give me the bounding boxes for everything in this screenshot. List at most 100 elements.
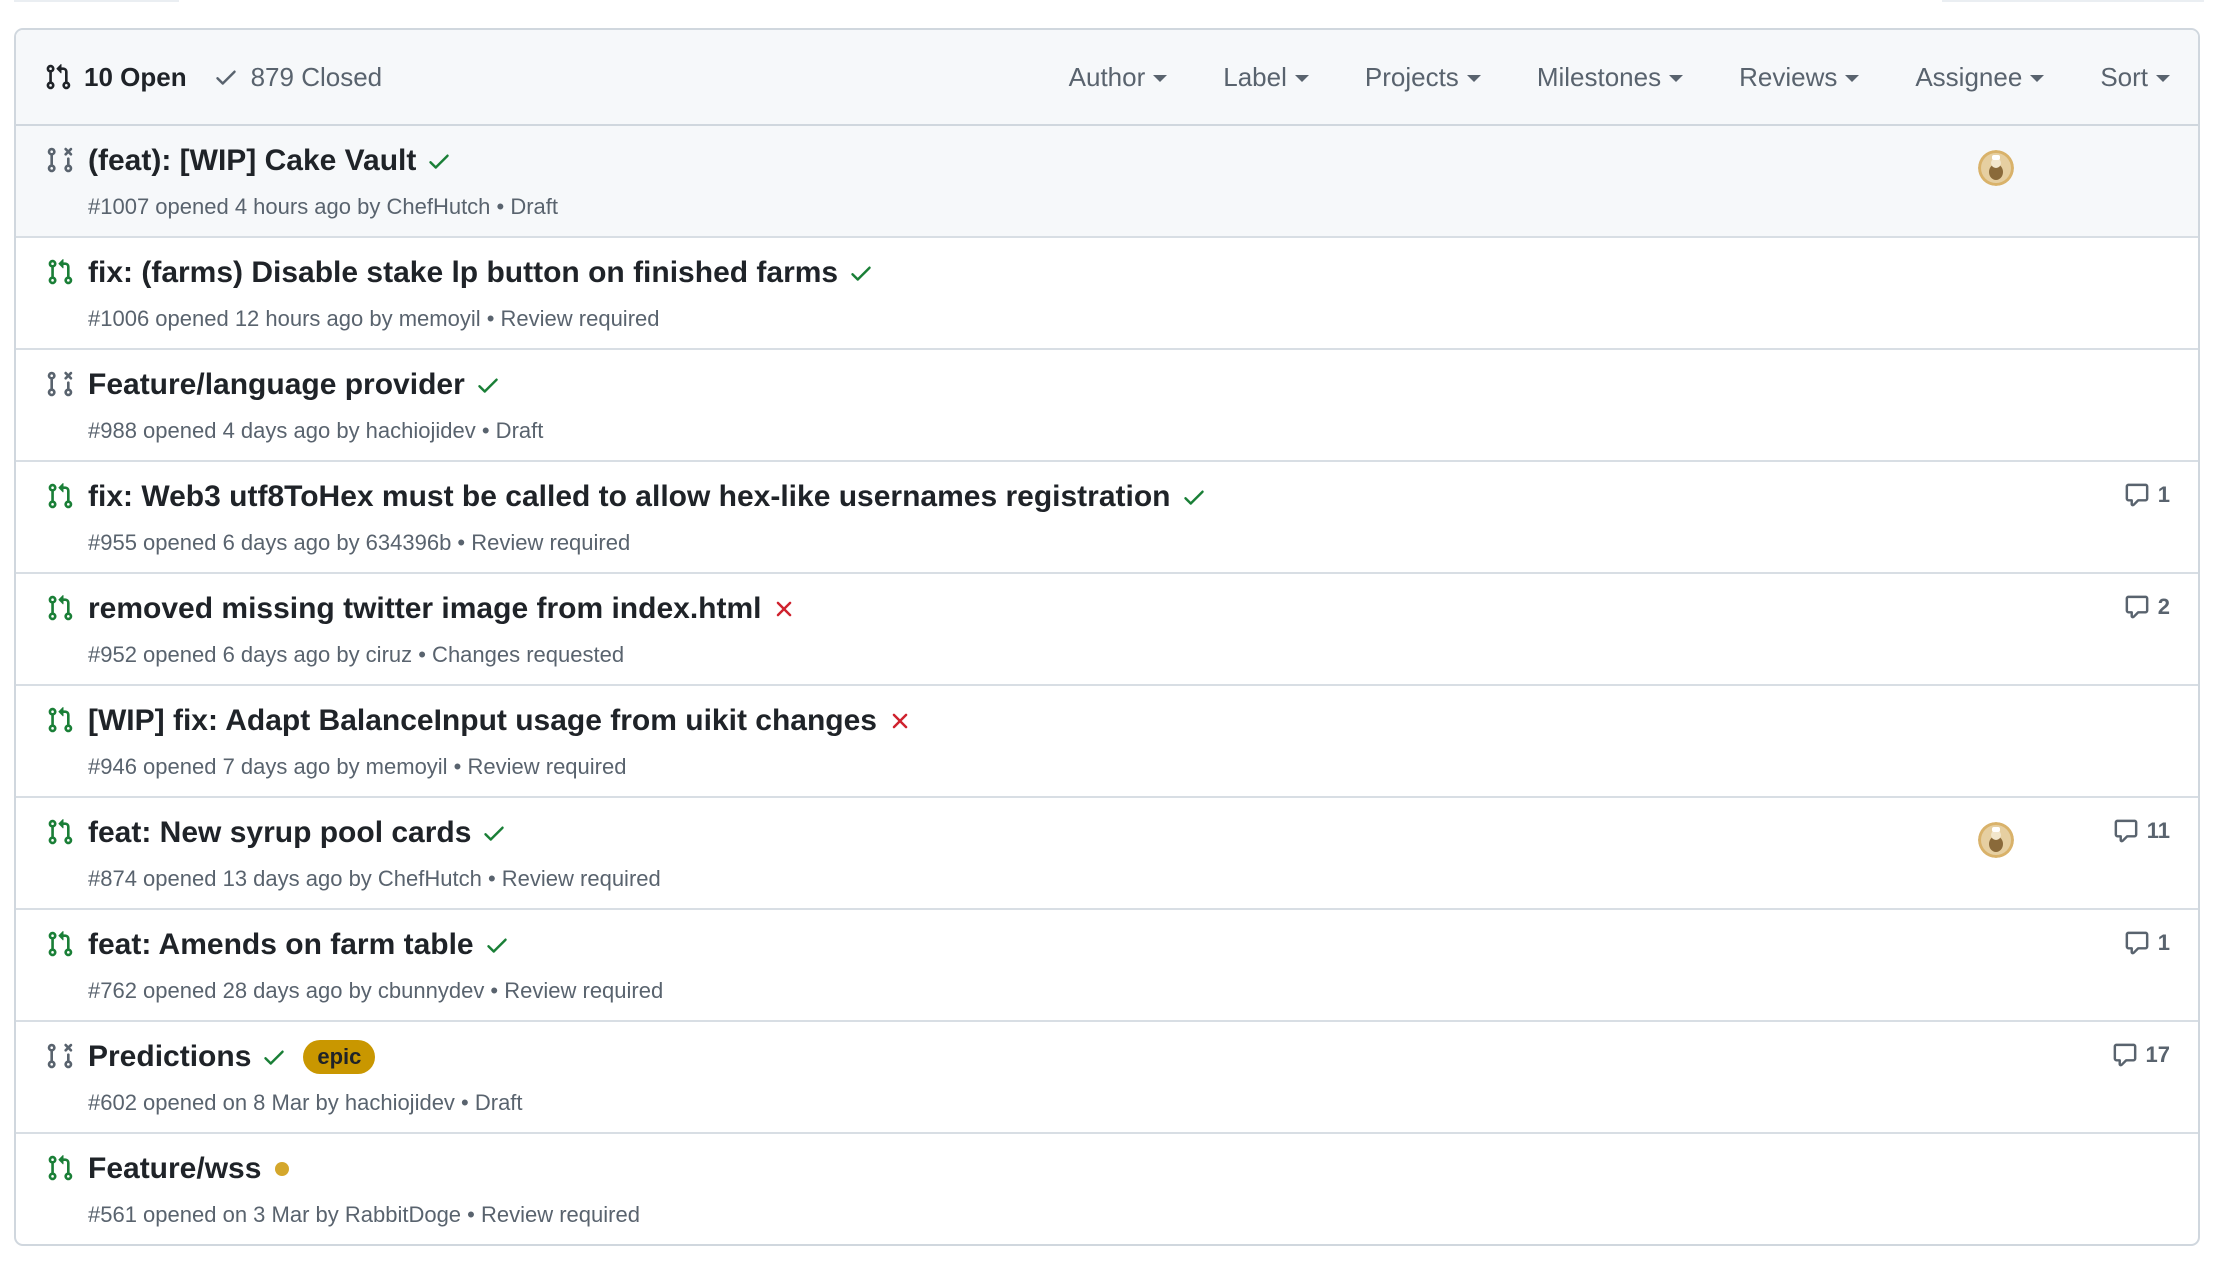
git-pull-request-icon (48, 595, 73, 621)
check-success-icon[interactable] (475, 372, 501, 398)
git-pull-request-draft-icon (47, 1043, 73, 1069)
git-pull-request-icon (48, 931, 73, 957)
reviews-filter-label: Reviews (1739, 61, 1838, 92)
pull-request-row[interactable]: [WIP] fix: Adapt BalanceInput usage from… (16, 686, 2198, 798)
pending-status-dot-icon[interactable] (275, 1162, 290, 1176)
label-badge-epic[interactable]: epic (303, 1040, 376, 1074)
comment-icon (2113, 1043, 2136, 1067)
pull-request-meta: #602 opened on 8 Mar by hachiojidev • Dr… (88, 1090, 523, 1115)
pull-request-title-line: feat: Amends on farm table (88, 928, 510, 962)
pull-request-title-link[interactable]: [WIP] fix: Adapt BalanceInput usage from… (88, 704, 877, 738)
pull-request-row[interactable]: fix: Web3 utf8ToHex must be called to al… (16, 462, 2198, 574)
pull-request-title-link[interactable]: Feature/language provider (88, 368, 465, 402)
x-failure-icon[interactable] (887, 708, 913, 734)
git-pull-request-icon (48, 707, 73, 733)
caret-down-icon (1153, 74, 1168, 82)
pull-request-meta: #1006 opened 12 hours ago by memoyil • R… (88, 306, 660, 331)
pull-request-meta: #762 opened 28 days ago by cbunnydev • R… (88, 978, 664, 1003)
top-tab-underline-left (14, 0, 179, 2)
check-success-icon[interactable] (481, 820, 507, 846)
milestones-filter-dropdown[interactable]: Milestones (1536, 61, 1684, 93)
pull-request-list: 10 Open 879 Closed Author Label Projects (14, 28, 2200, 1246)
state-toggle: 10 Open 879 Closed (16, 62, 382, 93)
assignee-filter-dropdown[interactable]: Assignee (1915, 61, 2045, 93)
pull-request-title-line: [WIP] fix: Adapt BalanceInput usage from… (88, 704, 913, 738)
assignee-filter-label: Assignee (1915, 61, 2023, 92)
pull-request-row[interactable]: (feat): [WIP] Cake Vault #1007 opened 4 h… (16, 126, 2198, 238)
pull-request-row[interactable]: Predictions epic #602 opened on 8 Mar by h… (16, 1022, 2198, 1134)
pull-request-title-line: (feat): [WIP] Cake Vault (88, 144, 452, 178)
check-success-icon[interactable] (484, 932, 510, 958)
open-count-label: 10 Open (84, 61, 187, 92)
pull-request-row[interactable]: Feature/language provider #988 opened 4 d… (16, 350, 2198, 462)
label-filter-dropdown[interactable]: Label (1223, 62, 1309, 93)
closed-filter-link[interactable]: 879 Closed (213, 61, 383, 93)
comment-icon (2125, 483, 2149, 507)
pull-request-meta: #988 opened 4 days ago by hachiojidev • … (88, 418, 544, 443)
projects-filter-dropdown[interactable]: Projects (1365, 62, 1481, 93)
milestones-filter-label: Milestones (1536, 61, 1662, 92)
pull-request-meta: #1007 opened 4 hours ago by ChefHutch • … (88, 194, 559, 219)
pull-request-title-link[interactable]: Predictions (88, 1040, 251, 1074)
sort-label: Sort (2100, 61, 2148, 92)
pull-request-title-link[interactable]: feat: New syrup pool cards (88, 816, 471, 850)
pull-request-title-link[interactable]: fix: (farms) Disable stake lp button on … (88, 256, 838, 290)
git-pull-request-icon (48, 259, 73, 285)
caret-down-icon (2156, 74, 2170, 82)
check-success-icon[interactable] (261, 1044, 287, 1070)
pull-request-row[interactable]: feat: Amends on farm table #762 opened 28… (16, 910, 2198, 1022)
caret-down-icon (2030, 74, 2045, 82)
pull-request-meta: #955 opened 6 days ago by 634396b • Revi… (88, 530, 631, 555)
pull-request-title-line: feat: New syrup pool cards (88, 816, 507, 850)
pull-request-title-link[interactable]: removed missing twitter image from index… (88, 592, 761, 626)
check-success-icon[interactable] (426, 148, 452, 174)
pull-request-row[interactable]: removed missing twitter image from index… (16, 574, 2198, 686)
pull-request-row[interactable]: feat: New syrup pool cards #874 opened 13… (16, 798, 2198, 910)
avatar-image-icon (1978, 150, 2014, 186)
check-success-icon[interactable] (848, 260, 874, 286)
assignee-avatar[interactable] (1978, 822, 2014, 858)
projects-filter-label: Projects (1364, 61, 1459, 92)
pull-request-meta: #561 opened on 3 Mar by RabbitDoge • Rev… (88, 1202, 640, 1227)
comment-count-link[interactable]: 17 (2112, 1042, 2170, 1068)
pull-request-title-link[interactable]: Feature/wss (88, 1152, 261, 1186)
pull-request-title-line: Feature/language provider (88, 368, 501, 402)
check-success-icon[interactable] (1181, 484, 1207, 510)
pull-request-title-line: fix: (farms) Disable stake lp button on … (88, 256, 874, 290)
author-filter-label: Author (1068, 61, 1146, 92)
pull-request-title-link[interactable]: fix: Web3 utf8ToHex must be called to al… (88, 480, 1171, 514)
caret-down-icon (1294, 74, 1309, 82)
author-filter-dropdown[interactable]: Author (1069, 62, 1168, 93)
comment-icon (2125, 595, 2149, 619)
pull-request-title-link[interactable]: feat: Amends on farm table (88, 928, 474, 962)
caret-down-icon (1669, 74, 1684, 82)
comment-count-link[interactable]: 2 (2124, 594, 2170, 620)
comment-count-link[interactable]: 1 (2124, 930, 2170, 956)
reviews-filter-dropdown[interactable]: Reviews (1739, 61, 1860, 93)
avatar-image-icon (1978, 822, 2014, 858)
git-pull-request-draft-icon (47, 371, 73, 397)
git-pull-request-icon (46, 64, 71, 90)
pull-request-title-link[interactable]: (feat): [WIP] Cake Vault (88, 144, 416, 178)
filter-bar: Author Label Projects Milestones Reviews… (1069, 62, 2198, 93)
open-filter-link[interactable]: 10 Open (44, 62, 187, 93)
pull-request-row[interactable]: fix: (farms) Disable stake lp button on … (16, 238, 2198, 350)
git-pull-request-draft-icon (47, 147, 73, 173)
check-icon (215, 70, 236, 85)
x-failure-icon[interactable] (771, 596, 797, 622)
pull-request-rows: (feat): [WIP] Cake Vault #1007 opened 4 h… (16, 126, 2198, 1244)
comment-count-link[interactable]: 1 (2124, 482, 2170, 508)
assignee-avatar[interactable] (1978, 150, 2014, 186)
pull-request-meta: #874 opened 13 days ago by ChefHutch • R… (88, 866, 661, 891)
git-pull-request-icon (48, 819, 73, 845)
list-header: 10 Open 879 Closed Author Label Projects (16, 30, 2198, 126)
pull-request-row[interactable]: Feature/wss #561 opened on 3 Mar by Rabbi… (16, 1134, 2198, 1244)
sort-dropdown[interactable]: Sort (2100, 62, 2170, 93)
closed-count-label: 879 Closed (250, 61, 383, 92)
pull-request-meta: #952 opened 6 days ago by ciruz • Change… (88, 642, 625, 667)
caret-down-icon (1845, 74, 1860, 82)
pull-request-title-line: Feature/wss (88, 1152, 290, 1186)
comment-count: 11 (2146, 818, 2170, 843)
comment-count: 2 (2157, 594, 2170, 619)
comment-count-link[interactable]: 11 (2113, 818, 2170, 844)
